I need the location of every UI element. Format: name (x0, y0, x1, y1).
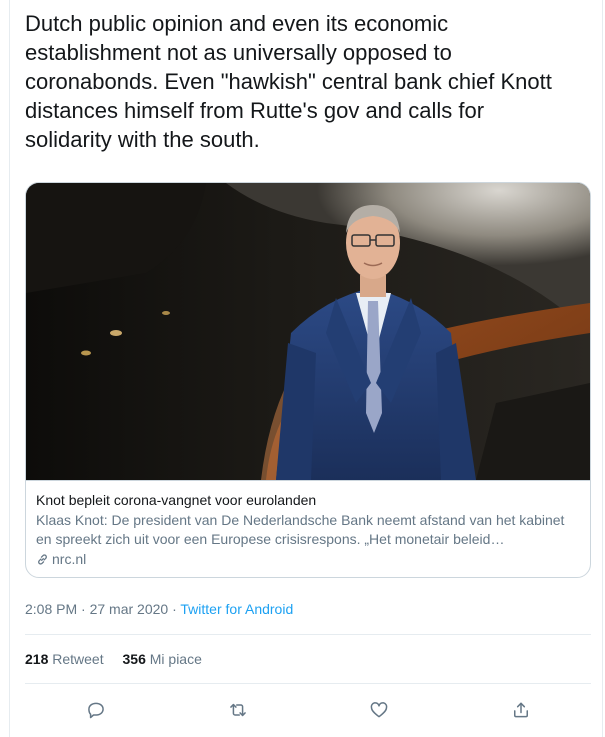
retweet-icon (230, 703, 246, 717)
reply-icon (88, 702, 104, 719)
card-image (26, 183, 590, 480)
card-description: Klaas Knot: De president van De Nederlan… (36, 512, 565, 547)
link-icon (38, 554, 47, 565)
tweet-date[interactable]: 27 mar 2020 (90, 601, 169, 617)
likes-stat[interactable]: 356 Mi piace (123, 651, 202, 667)
share-button[interactable] (508, 697, 534, 723)
share-icon (514, 702, 528, 718)
divider-bottom (25, 683, 591, 684)
retweet-button[interactable] (225, 697, 251, 723)
timeline-border-left (9, 0, 10, 737)
retweets-count: 218 (25, 651, 49, 667)
reply-button[interactable] (83, 697, 109, 723)
divider-top (25, 634, 591, 635)
tweet-meta: 2:08 PM · 27 mar 2020 · Twitter for Andr… (25, 600, 293, 619)
tweet-text: Dutch public opinion and even its econom… (25, 11, 552, 152)
tweet-source-link[interactable]: Twitter for Android (180, 601, 293, 617)
tweet-stats: 218 Retweet 356 Mi piace (25, 650, 217, 669)
link-card[interactable]: Knot bepleit corona-vangnet voor eurolan… (25, 182, 591, 578)
retweets-label: Retweet (52, 651, 104, 667)
meta-separator: · (77, 601, 90, 617)
card-title: Knot bepleit corona-vangnet voor eurolan… (36, 492, 317, 508)
card-domain-text: nrc.nl (52, 551, 87, 567)
card-domain: nrc.nl (36, 550, 580, 569)
timeline-border-right (602, 0, 603, 737)
meta-separator-2: · (168, 601, 181, 617)
likes-label: Mi piace (149, 651, 202, 667)
like-button[interactable] (366, 697, 392, 723)
tweet-time[interactable]: 2:08 PM (25, 601, 77, 617)
retweets-stat[interactable]: 218 Retweet (25, 651, 104, 667)
heart-icon (370, 702, 388, 718)
tweet-actions (0, 697, 605, 723)
likes-count: 356 (122, 651, 146, 667)
card-body: Knot bepleit corona-vangnet voor eurolan… (26, 480, 590, 577)
